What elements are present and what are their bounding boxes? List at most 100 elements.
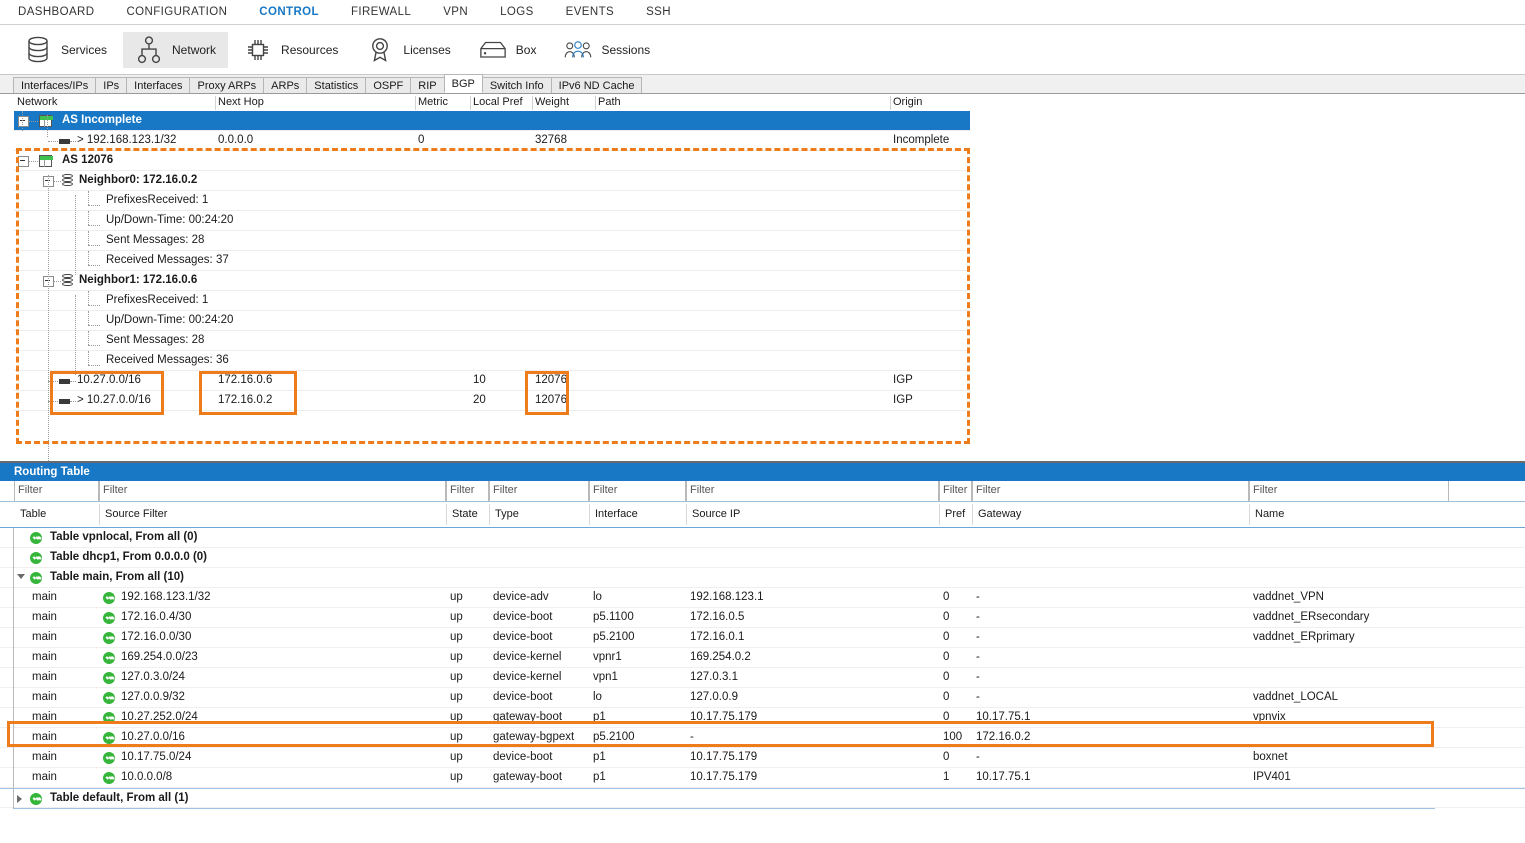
bgp-col-origin[interactable]: Origin: [890, 95, 970, 111]
routing-table-row[interactable]: main 10.0.0.0/8 up gateway-boot p1 10.17.75.1…: [0, 768, 1525, 788]
toolbar-item-sessions[interactable]: Sessions: [552, 32, 662, 68]
bgp-col-divider[interactable]: [595, 96, 596, 110]
filter-input-gateway[interactable]: Filter: [972, 481, 1249, 501]
rt-col-divider[interactable]: [489, 504, 490, 525]
bgp-tree-row[interactable]: PrefixesReceived: 1: [14, 191, 970, 211]
expander-collapse-icon[interactable]: [18, 156, 29, 167]
filter-input-name[interactable]: Filter: [1249, 481, 1449, 501]
expander-collapse-icon[interactable]: [18, 116, 29, 127]
routing-table-row[interactable]: main 172.16.0.4/30 up device-boot p5.1100 172…: [0, 608, 1525, 628]
filter-input-interface[interactable]: Filter: [589, 481, 686, 501]
bgp-tree-row[interactable]: AS Incomplete: [14, 111, 970, 131]
routing-table-group-row[interactable]: Table main, From all (10): [0, 568, 1525, 588]
bgp-col-path[interactable]: Path: [595, 95, 890, 111]
bgp-tree-row[interactable]: > 192.168.123.1/32 0.0.0.0 0 32768 Incomplet…: [14, 131, 970, 151]
toolbar-item-resources[interactable]: Resources: [232, 32, 350, 68]
rt-col-divider[interactable]: [686, 504, 687, 525]
tree-guide: [75, 295, 76, 375]
routing-table-row[interactable]: main 192.168.123.1/32 up device-adv lo 192.16…: [0, 588, 1525, 608]
rt-col-source-filter[interactable]: Source Filter: [102, 502, 449, 527]
bgp-col-local-pref[interactable]: Local Pref: [470, 95, 532, 111]
subtab-ospf[interactable]: OSPF: [365, 77, 412, 93]
filter-input-state[interactable]: Filter: [446, 481, 489, 501]
routing-table-row[interactable]: main 10.17.75.0/24 up device-boot p1 10.17.75…: [0, 748, 1525, 768]
nav-item-vpn[interactable]: VPN: [443, 6, 468, 18]
nav-item-events[interactable]: EVENTS: [566, 6, 614, 18]
nav-item-ssh[interactable]: SSH: [646, 6, 671, 18]
toolbar-item-network[interactable]: Network: [123, 31, 229, 68]
bgp-tree-row[interactable]: Up/Down-Time: 00:24:20: [14, 211, 970, 231]
subtab-ipv6-nd-cache[interactable]: IPv6 ND Cache: [550, 77, 643, 93]
bgp-tree-row[interactable]: > 10.27.0.0/16 172.16.0.2 20 12076 IGP: [14, 391, 970, 411]
bgp-tree-row[interactable]: Sent Messages: 28: [14, 231, 970, 251]
rt-col-divider[interactable]: [1249, 504, 1250, 525]
bgp-tree-row[interactable]: Sent Messages: 28: [14, 331, 970, 351]
routing-table-group-row[interactable]: Table dhcp1, From 0.0.0.0 (0): [0, 548, 1525, 568]
bgp-tree-row[interactable]: Received Messages: 36: [14, 351, 970, 371]
bgp-col-weight[interactable]: Weight: [532, 95, 595, 111]
toolbar-item-licenses[interactable]: Licenses: [354, 32, 462, 68]
bgp-col-metric[interactable]: Metric: [415, 95, 470, 111]
rt-col-divider[interactable]: [589, 504, 590, 525]
bgp-tree-row[interactable]: Received Messages: 37: [14, 251, 970, 271]
rt-col-pref[interactable]: Pref: [942, 502, 975, 527]
expander-down-icon[interactable]: [17, 574, 25, 579]
subtab-bgp[interactable]: BGP: [443, 74, 483, 93]
rt-col-source-ip[interactable]: Source IP: [689, 502, 942, 527]
bgp-col-network[interactable]: Network: [14, 95, 215, 111]
filter-input-source-ip[interactable]: Filter: [686, 481, 939, 501]
nav-item-dashboard[interactable]: DASHBOARD: [18, 6, 94, 18]
bgp-tree-row[interactable]: Up/Down-Time: 00:24:20: [14, 311, 970, 331]
bgp-cell-next-hop: 172.16.0.6: [218, 374, 273, 386]
nav-item-logs[interactable]: LOGS: [500, 6, 534, 18]
rt-col-divider[interactable]: [446, 504, 447, 525]
filter-input-table[interactable]: Filter: [14, 481, 99, 501]
bgp-tree-row[interactable]: 10.27.0.0/16 172.16.0.6 10 12076 IGP: [14, 371, 970, 391]
rt-col-divider[interactable]: [972, 504, 973, 525]
routing-table-row[interactable]: main 127.0.0.9/32 up device-boot lo 127.0.0.9…: [0, 688, 1525, 708]
filter-input-source-filter[interactable]: Filter: [99, 481, 446, 501]
routing-table-row[interactable]: main 127.0.3.0/24 up device-kernel vpn1 127.0…: [0, 668, 1525, 688]
rt-col-interface[interactable]: Interface: [592, 502, 689, 527]
bgp-col-divider[interactable]: [890, 96, 891, 110]
routing-table-row[interactable]: main 172.16.0.0/30 up device-boot p5.2100 172…: [0, 628, 1525, 648]
subtab-interfaces[interactable]: Interfaces: [126, 77, 191, 93]
nav-item-firewall[interactable]: FIREWALL: [351, 6, 411, 18]
rt-col-table[interactable]: Table: [17, 502, 102, 527]
subtab-statistics[interactable]: Statistics: [306, 77, 367, 93]
subtab-arps[interactable]: ARPs: [263, 77, 308, 93]
rt-col-type[interactable]: Type: [492, 502, 592, 527]
bgp-col-divider[interactable]: [470, 96, 471, 110]
rt-cell-state: up: [450, 651, 463, 663]
rt-col-divider[interactable]: [939, 504, 940, 525]
expander-right-icon[interactable]: [17, 795, 22, 803]
nav-item-control[interactable]: CONTROL: [259, 6, 319, 18]
routing-table-row[interactable]: main 10.27.252.0/24 up gateway-boot p1 10.17.…: [0, 708, 1525, 728]
subtab-interfaces-ips[interactable]: Interfaces/IPs: [13, 77, 97, 93]
toolbar-item-box[interactable]: Box: [467, 32, 549, 68]
subtab-rip[interactable]: RIP: [410, 77, 445, 93]
subtab-ips[interactable]: IPs: [95, 77, 128, 93]
filter-input-pref[interactable]: Filter: [939, 481, 972, 501]
bgp-col-divider[interactable]: [215, 96, 216, 110]
bgp-tree-row[interactable]: Neighbor0: 172.16.0.2: [14, 171, 970, 191]
rt-col-gateway[interactable]: Gateway: [975, 502, 1252, 527]
bgp-tree-row[interactable]: Neighbor1: 172.16.0.6: [14, 271, 970, 291]
bgp-col-next-hop[interactable]: Next Hop: [215, 95, 415, 111]
bgp-tree-row[interactable]: PrefixesReceived: 1: [14, 291, 970, 311]
routing-table-group-row[interactable]: Table default, From all (1): [0, 788, 1525, 808]
subtab-switch-info[interactable]: Switch Info: [481, 77, 552, 93]
rt-col-divider[interactable]: [99, 504, 100, 525]
rt-col-state[interactable]: State: [449, 502, 492, 527]
bgp-col-divider[interactable]: [415, 96, 416, 110]
routing-table-group-row[interactable]: Table vpnlocal, From all (0): [0, 528, 1525, 548]
routing-table-row[interactable]: main 169.254.0.0/23 up device-kernel vpnr1 16…: [0, 648, 1525, 668]
toolbar-item-services[interactable]: Services: [12, 32, 119, 68]
bgp-tree-row[interactable]: AS 12076: [14, 151, 970, 171]
nav-item-configuration[interactable]: CONFIGURATION: [126, 6, 227, 18]
routing-table-row[interactable]: main 10.27.0.0/16 up gateway-bgpext p5.2100 -…: [0, 728, 1525, 748]
subtab-proxy-arps[interactable]: Proxy ARPs: [189, 77, 265, 93]
rt-col-name[interactable]: Name: [1252, 502, 1452, 527]
filter-input-type[interactable]: Filter: [489, 481, 589, 501]
bgp-col-divider[interactable]: [532, 96, 533, 110]
